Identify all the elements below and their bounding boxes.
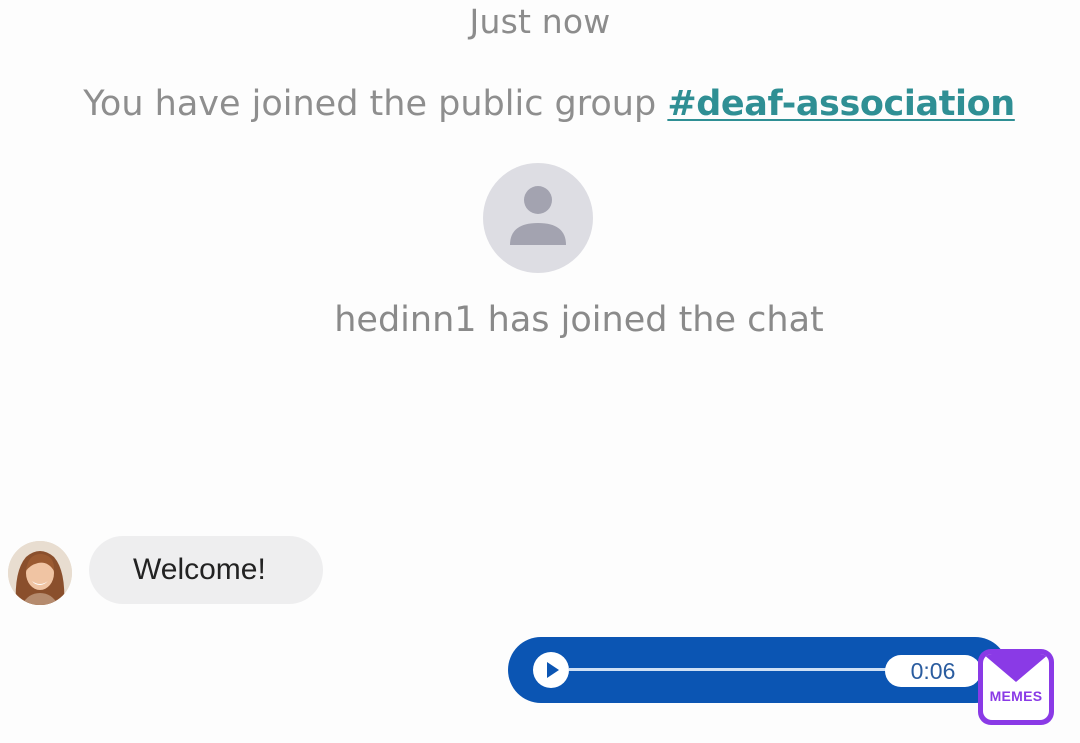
user-silhouette-icon <box>510 186 566 245</box>
chat-screen: Just now You have joined the public grou… <box>0 0 1080 743</box>
audio-duration: 0:06 <box>885 655 981 687</box>
avatar[interactable] <box>8 541 72 605</box>
audio-message[interactable]: 0:06 <box>508 637 1008 703</box>
envelope-icon <box>983 654 1049 682</box>
play-button[interactable] <box>533 652 569 688</box>
user-photo <box>8 541 72 605</box>
play-icon <box>547 662 559 678</box>
message-bubble[interactable]: Welcome! <box>89 536 323 604</box>
default-user-icon[interactable] <box>483 163 593 273</box>
group-joined-notice: You have joined the public group #deaf-a… <box>0 84 1080 124</box>
watermark-badge: MEMES <box>983 654 1049 720</box>
audio-progress-track[interactable] <box>569 668 889 671</box>
member-joined-notice: hedinn1 has joined the chat <box>334 300 824 340</box>
memes-watermark: MEMES <box>978 649 1054 725</box>
group-link[interactable]: #deaf-association <box>667 84 1015 124</box>
group-joined-text: You have joined the public group <box>83 84 668 124</box>
watermark-label: MEMES <box>989 688 1043 704</box>
message-timestamp: Just now <box>469 2 611 41</box>
